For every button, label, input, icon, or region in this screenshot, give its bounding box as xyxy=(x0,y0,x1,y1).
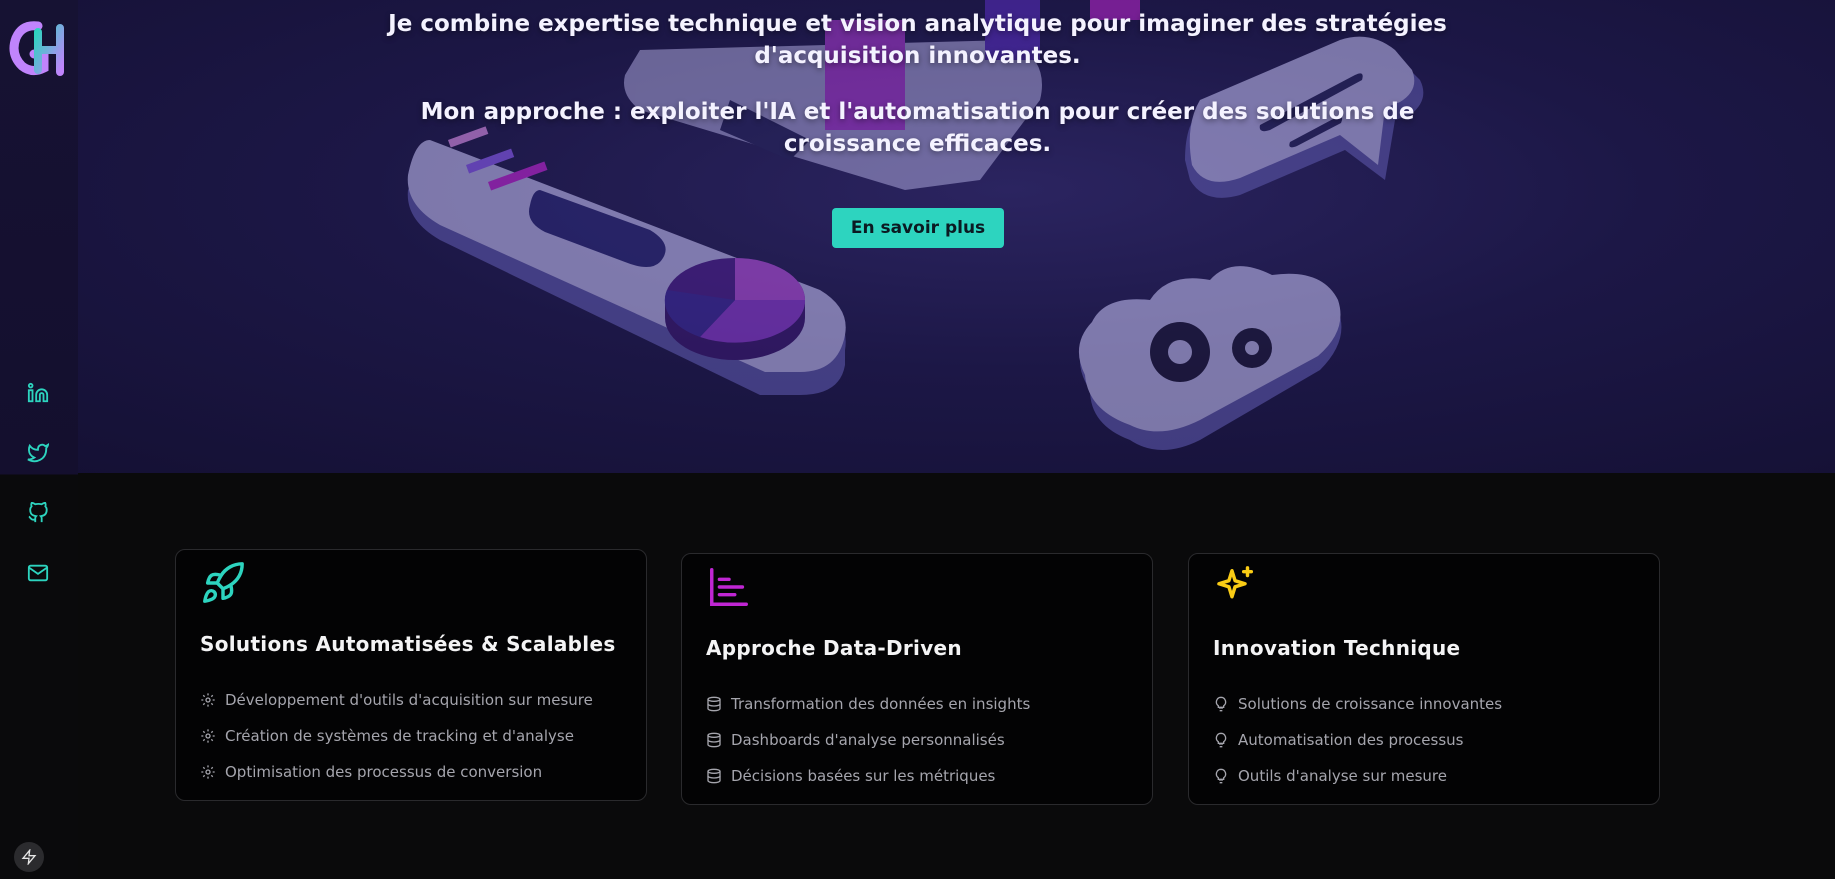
list-item: Outils d'analyse sur mesure xyxy=(1213,758,1502,794)
list-item-text: Optimisation des processus de conversion xyxy=(225,763,543,781)
rocket-icon xyxy=(203,562,244,603)
logo[interactable] xyxy=(8,18,70,80)
list-item-text: Dashboards d'analyse personnalisés xyxy=(731,731,1005,749)
card-list: Solutions de croissance innovantes Autom… xyxy=(1213,686,1502,794)
gear-icon xyxy=(201,729,215,743)
hero-section: Je combine expertise technique et vision… xyxy=(0,0,1835,473)
learn-more-button[interactable]: En savoir plus xyxy=(832,208,1004,248)
database-icon xyxy=(707,732,721,748)
linkedin-link[interactable] xyxy=(27,382,51,406)
card-data-driven: Approche Data-Driven Transformation des … xyxy=(681,553,1153,805)
hero-approach-line1: Mon approche : exploiter l'IA et l'autom… xyxy=(420,99,1415,125)
list-item: Transformation des données en insights xyxy=(706,686,1030,722)
card-list: Développement d'outils d'acquisition sur… xyxy=(200,682,593,790)
list-item-text: Développement d'outils d'acquisition sur… xyxy=(225,691,593,709)
hero-approach-line2: croissance efficaces. xyxy=(783,131,1052,157)
card-automation: Solutions Automatisées & Scalables Dével… xyxy=(175,549,647,801)
list-item: Dashboards d'analyse personnalisés xyxy=(706,722,1030,758)
github-link[interactable] xyxy=(27,501,51,526)
hero-intro: Je combine expertise technique et vision… xyxy=(0,8,1835,72)
card-innovation: Innovation Technique Solutions de croiss… xyxy=(1188,553,1660,805)
mail-icon xyxy=(27,564,49,582)
gear-icon xyxy=(201,693,215,707)
bolt-button[interactable] xyxy=(14,842,44,872)
list-item-text: Création de systèmes de tracking et d'an… xyxy=(225,727,574,745)
list-item-text: Transformation des données en insights xyxy=(731,695,1031,713)
linkedin-icon xyxy=(27,382,49,403)
list-item: Développement d'outils d'acquisition sur… xyxy=(200,682,593,718)
mail-link[interactable] xyxy=(27,562,51,586)
list-item-text: Automatisation des processus xyxy=(1238,731,1464,749)
gear-icon xyxy=(201,765,215,779)
card-title: Innovation Technique xyxy=(1213,636,1461,660)
twitter-link[interactable] xyxy=(27,442,51,466)
sparkles-icon xyxy=(1217,566,1254,599)
sidebar xyxy=(0,0,78,879)
hero-intro-line2: d'acquisition innovantes. xyxy=(754,43,1081,69)
twitter-icon xyxy=(27,442,50,463)
lightbulb-icon xyxy=(1215,696,1227,712)
list-item-text: Décisions basées sur les métriques xyxy=(731,767,996,785)
list-item: Optimisation des processus de conversion xyxy=(200,754,593,790)
list-item-text: Solutions de croissance innovantes xyxy=(1238,695,1503,713)
lightbulb-icon xyxy=(1215,732,1227,748)
database-icon xyxy=(707,696,721,712)
bolt-icon xyxy=(21,849,37,865)
github-icon xyxy=(28,501,48,523)
list-item: Décisions basées sur les métriques xyxy=(706,758,1030,794)
card-title: Solutions Automatisées & Scalables xyxy=(200,632,616,656)
hero-intro-line1: Je combine expertise technique et vision… xyxy=(388,11,1447,37)
bar-chart-icon xyxy=(710,568,748,606)
list-item: Solutions de croissance innovantes xyxy=(1213,686,1502,722)
card-title: Approche Data-Driven xyxy=(706,636,962,660)
list-item-text: Outils d'analyse sur mesure xyxy=(1238,767,1447,785)
database-icon xyxy=(707,768,721,784)
list-item: Automatisation des processus xyxy=(1213,722,1502,758)
lightbulb-icon xyxy=(1215,768,1227,784)
card-list: Transformation des données en insights D… xyxy=(706,686,1030,794)
list-item: Création de systèmes de tracking et d'an… xyxy=(200,718,593,754)
hero-approach: Mon approche : exploiter l'IA et l'autom… xyxy=(0,96,1835,160)
